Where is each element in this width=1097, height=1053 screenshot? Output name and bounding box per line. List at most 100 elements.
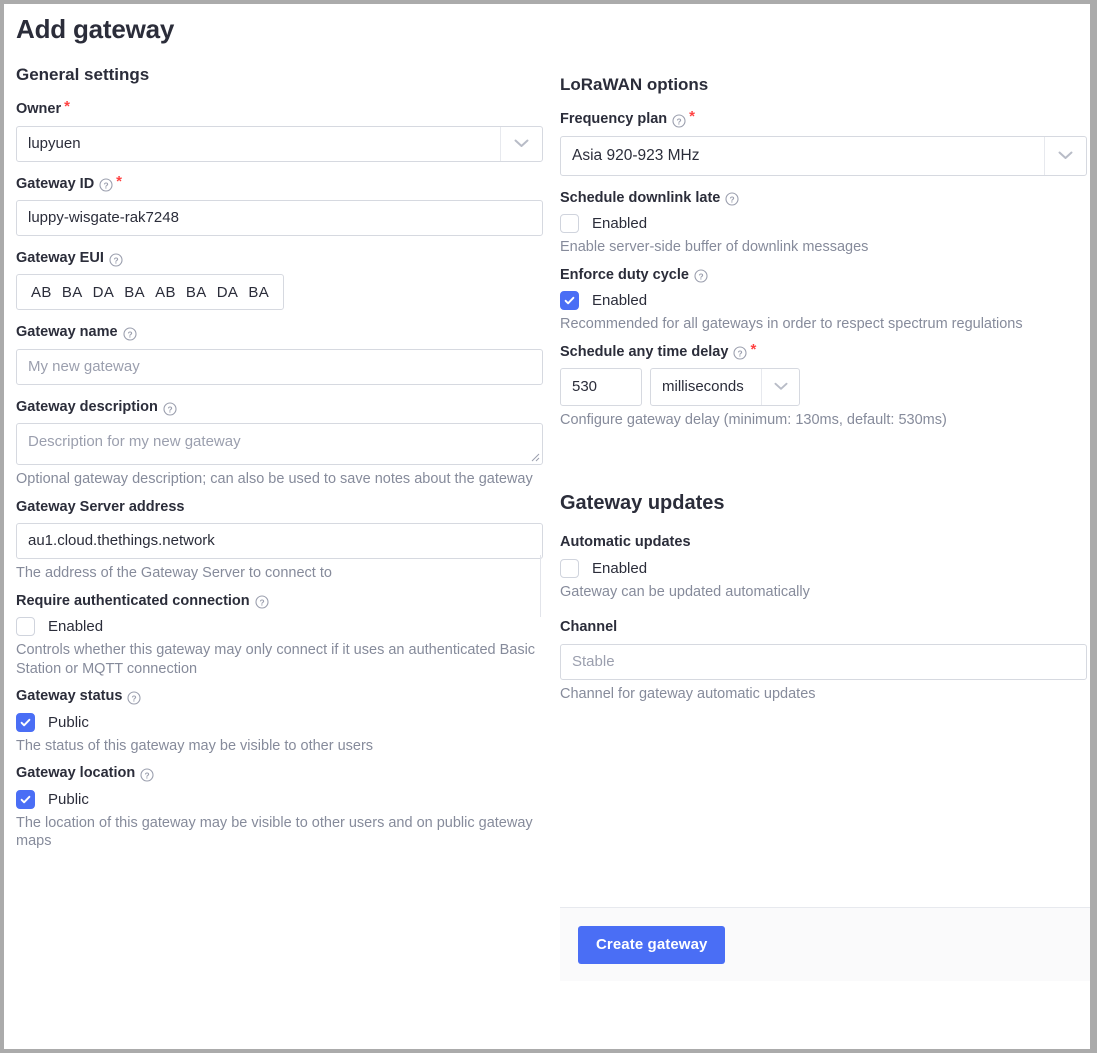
automatic-updates-checkbox-row[interactable]: Enabled <box>560 558 1087 578</box>
gateway-location-checkbox-label: Public <box>48 790 89 808</box>
frequency-plan-value: Asia 920-923 MHz <box>572 146 700 164</box>
require-auth-checkbox[interactable] <box>16 617 35 637</box>
field-frequency-plan: Frequency plan ? * Asia 920-923 MHz <box>560 108 1087 176</box>
schedule-any-time-delay-unit-select[interactable]: milliseconds <box>650 367 800 406</box>
channel-label-row: Channel <box>560 619 1087 636</box>
field-schedule-downlink-late: Schedule downlink late ? Enabled Enable … <box>560 190 1087 257</box>
page-title: Add gateway <box>16 14 175 44</box>
enforce-duty-cycle-checkbox-row[interactable]: Enabled <box>560 290 1087 310</box>
required-indicator: * <box>689 108 696 126</box>
eui-pair[interactable]: BA <box>181 284 212 301</box>
gateway-name-input[interactable]: My new gateway <box>16 348 543 385</box>
gateway-location-helper: The location of this gateway may be visi… <box>16 814 533 850</box>
chevron-down-icon <box>514 139 529 148</box>
owner-select[interactable]: lupyuen <box>16 125 543 162</box>
help-icon[interactable]: ? <box>694 269 708 283</box>
owner-label: Owner <box>16 101 62 118</box>
schedule-downlink-late-checkbox[interactable] <box>560 214 579 234</box>
gateway-description-label: Gateway description <box>16 398 158 415</box>
gateway-server-address-label-row: Gateway Server address <box>16 499 543 516</box>
gateway-server-address-helper: The address of the Gateway Server to con… <box>16 565 332 582</box>
enforce-duty-cycle-label-row: Enforce duty cycle ? <box>560 267 1087 284</box>
help-icon[interactable]: ? <box>123 327 137 341</box>
field-gateway-server-address: Gateway Server address au1.cloud.thethin… <box>16 499 543 583</box>
svg-text:?: ? <box>132 693 137 703</box>
svg-text:?: ? <box>127 330 132 340</box>
eui-pair[interactable]: BA <box>243 284 274 301</box>
help-icon[interactable]: ? <box>733 346 747 360</box>
eui-pair[interactable]: BA <box>119 284 150 301</box>
channel-input[interactable]: Stable <box>560 643 1087 680</box>
gateway-id-input[interactable]: luppy-wisgate-rak7248 <box>16 200 543 237</box>
frequency-plan-select[interactable]: Asia 920-923 MHz <box>560 135 1087 176</box>
gateway-status-checkbox-row[interactable]: Public <box>16 712 543 732</box>
schedule-any-time-delay-row: 530 milliseconds <box>560 367 1087 406</box>
svg-text:?: ? <box>104 181 109 191</box>
help-icon[interactable]: ? <box>672 114 686 128</box>
schedule-any-time-delay-helper: Configure gateway delay (minimum: 130ms,… <box>560 411 947 428</box>
frequency-plan-label-row: Frequency plan ? * <box>560 108 1087 128</box>
create-gateway-button[interactable]: Create gateway <box>578 925 726 964</box>
app-window: Add gateway General settings Owner * lup… <box>4 4 1090 1049</box>
schedule-downlink-late-checkbox-row[interactable]: Enabled <box>560 214 1087 234</box>
svg-text:?: ? <box>730 195 735 205</box>
enforce-duty-cycle-checkbox-label: Enabled <box>592 291 648 309</box>
eui-pair[interactable]: DA <box>88 284 120 301</box>
field-enforce-duty-cycle: Enforce duty cycle ? Enabled Recommended… <box>560 267 1087 334</box>
checkmark-icon <box>20 718 31 726</box>
require-auth-checkbox-row[interactable]: Enabled <box>16 617 543 637</box>
gateway-location-checkbox-row[interactable]: Public <box>16 789 543 809</box>
enforce-duty-cycle-checkbox[interactable] <box>560 290 579 310</box>
chevron-down-icon <box>773 383 788 391</box>
svg-text:?: ? <box>167 404 172 414</box>
gateway-eui-label-row: Gateway EUI ? <box>16 250 543 267</box>
schedule-any-time-delay-label: Schedule any time delay <box>560 343 729 360</box>
delay-unit-select-arrow[interactable] <box>761 368 799 405</box>
help-icon[interactable]: ? <box>725 192 739 206</box>
required-indicator: * <box>750 340 757 358</box>
require-auth-helper: Controls whether this gateway may only c… <box>16 642 536 677</box>
help-icon[interactable]: ? <box>140 768 154 782</box>
gateway-server-address-input[interactable]: au1.cloud.thethings.network <box>16 523 543 560</box>
automatic-updates-label-row: Automatic updates <box>560 534 1087 551</box>
eui-pair[interactable]: AB <box>150 284 181 301</box>
field-gateway-id: Gateway ID ? * luppy-wisgate-rak7248 <box>16 174 543 237</box>
owner-select-arrow[interactable] <box>500 126 542 161</box>
eui-pair[interactable]: DA <box>212 284 244 301</box>
svg-text:?: ? <box>698 272 703 282</box>
help-icon[interactable]: ? <box>99 178 113 192</box>
gateway-status-checkbox[interactable] <box>16 712 35 732</box>
field-require-authenticated-connection: Require authenticated connection ? Enabl… <box>16 593 543 678</box>
field-channel: Channel Stable Channel for gateway autom… <box>560 619 1087 703</box>
gateway-updates-heading: Gateway updates <box>560 492 725 515</box>
automatic-updates-label: Automatic updates <box>560 534 691 551</box>
svg-text:?: ? <box>145 770 150 780</box>
help-icon[interactable]: ? <box>255 595 269 609</box>
gateway-status-label-row: Gateway status ? <box>16 688 543 705</box>
help-icon[interactable]: ? <box>127 691 141 705</box>
eui-pair[interactable]: BA <box>57 284 88 301</box>
gateway-eui-input[interactable]: AB BA DA BA AB BA DA BA <box>16 274 285 311</box>
gateway-location-checkbox[interactable] <box>16 789 35 809</box>
checkmark-icon <box>20 795 31 803</box>
field-gateway-location: Gateway location ? Public The location o… <box>16 765 543 850</box>
schedule-any-time-delay-label-row: Schedule any time delay ? * <box>560 340 1087 361</box>
gateway-server-address-label: Gateway Server address <box>16 498 185 515</box>
gateway-location-label-row: Gateway location ? <box>16 765 543 782</box>
lorawan-options-heading: LoRaWAN options <box>560 75 709 94</box>
help-icon[interactable]: ? <box>109 253 123 267</box>
schedule-any-time-delay-input[interactable]: 530 <box>560 367 642 406</box>
schedule-downlink-late-label: Schedule downlink late <box>560 189 721 206</box>
frequency-plan-select-arrow[interactable] <box>1044 136 1086 175</box>
checkmark-icon <box>564 296 575 305</box>
schedule-downlink-late-helper: Enable server-side buffer of downlink me… <box>560 239 869 256</box>
svg-text:?: ? <box>677 116 682 126</box>
help-icon[interactable]: ? <box>163 401 177 416</box>
gateway-id-label: Gateway ID <box>16 175 95 192</box>
gateway-description-textarea[interactable]: Description for my new gateway <box>16 423 543 466</box>
gateway-name-label-row: Gateway name ? <box>16 324 543 341</box>
field-owner: Owner * lupyuen <box>16 99 543 162</box>
eui-pair[interactable]: AB <box>26 284 57 301</box>
resize-handle-icon[interactable] <box>529 451 540 462</box>
automatic-updates-checkbox[interactable] <box>560 558 579 578</box>
